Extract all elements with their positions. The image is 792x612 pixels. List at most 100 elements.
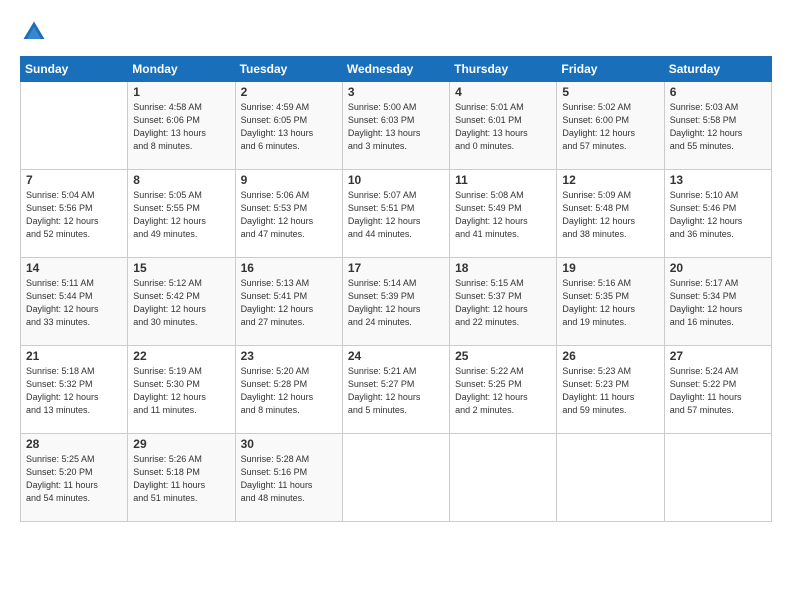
day-cell: 15Sunrise: 5:12 AM Sunset: 5:42 PM Dayli…: [128, 258, 235, 346]
day-info: Sunrise: 5:01 AM Sunset: 6:01 PM Dayligh…: [455, 101, 551, 153]
day-number: 24: [348, 349, 444, 363]
header-cell-thursday: Thursday: [450, 57, 557, 82]
day-info: Sunrise: 5:28 AM Sunset: 5:16 PM Dayligh…: [241, 453, 337, 505]
day-info: Sunrise: 5:17 AM Sunset: 5:34 PM Dayligh…: [670, 277, 766, 329]
day-info: Sunrise: 5:06 AM Sunset: 5:53 PM Dayligh…: [241, 189, 337, 241]
day-cell: 6Sunrise: 5:03 AM Sunset: 5:58 PM Daylig…: [664, 82, 771, 170]
day-number: 5: [562, 85, 658, 99]
day-info: Sunrise: 5:13 AM Sunset: 5:41 PM Dayligh…: [241, 277, 337, 329]
day-cell: 30 Sunrise: 5:28 AM Sunset: 5:16 PM Dayli…: [235, 434, 342, 522]
day-number: 13: [670, 173, 766, 187]
header-cell-wednesday: Wednesday: [342, 57, 449, 82]
day-cell: 26 Sunrise: 5:23 AM Sunset: 5:23 PM Dayli…: [557, 346, 664, 434]
day-info: Sunrise: 5:22 AM Sunset: 5:25 PM Dayligh…: [455, 365, 551, 417]
day-number: 11: [455, 173, 551, 187]
day-number: 8: [133, 173, 229, 187]
day-cell: 17 Sunrise: 5:14 AM Sunset: 5:39 PM Dayli…: [342, 258, 449, 346]
calendar-table: SundayMondayTuesdayWednesdayThursdayFrid…: [20, 56, 772, 522]
day-info: Sunrise: 5:19 AM Sunset: 5:30 PM Dayligh…: [133, 365, 229, 417]
week-row-5: 28 Sunrise: 5:25 AM Sunset: 5:20 PM Dayli…: [21, 434, 772, 522]
day-number: 9: [241, 173, 337, 187]
day-number: 27: [670, 349, 766, 363]
day-cell: 4 Sunrise: 5:01 AM Sunset: 6:01 PM Daylig…: [450, 82, 557, 170]
day-info: Sunrise: 5:00 AM Sunset: 6:03 PM Dayligh…: [348, 101, 444, 153]
day-cell: 10 Sunrise: 5:07 AM Sunset: 5:51 PM Dayli…: [342, 170, 449, 258]
day-info: Sunrise: 5:03 AM Sunset: 5:58 PM Dayligh…: [670, 101, 766, 153]
day-cell: 3 Sunrise: 5:00 AM Sunset: 6:03 PM Daylig…: [342, 82, 449, 170]
calendar-body: 1Sunrise: 4:58 AM Sunset: 6:06 PM Daylig…: [21, 82, 772, 522]
day-cell: [342, 434, 449, 522]
day-cell: 16 Sunrise: 5:13 AM Sunset: 5:41 PM Dayli…: [235, 258, 342, 346]
day-number: 20: [670, 261, 766, 275]
header-cell-saturday: Saturday: [664, 57, 771, 82]
day-number: 1: [133, 85, 229, 99]
day-cell: 1Sunrise: 4:58 AM Sunset: 6:06 PM Daylig…: [128, 82, 235, 170]
day-info: Sunrise: 5:23 AM Sunset: 5:23 PM Dayligh…: [562, 365, 658, 417]
day-cell: 11Sunrise: 5:08 AM Sunset: 5:49 PM Dayli…: [450, 170, 557, 258]
header-row: SundayMondayTuesdayWednesdayThursdayFrid…: [21, 57, 772, 82]
day-number: 3: [348, 85, 444, 99]
day-number: 17: [348, 261, 444, 275]
day-number: 29: [133, 437, 229, 451]
header-cell-monday: Monday: [128, 57, 235, 82]
day-number: 28: [26, 437, 122, 451]
day-info: Sunrise: 5:11 AM Sunset: 5:44 PM Dayligh…: [26, 277, 122, 329]
day-cell: 19Sunrise: 5:16 AM Sunset: 5:35 PM Dayli…: [557, 258, 664, 346]
logo-icon: [20, 18, 48, 46]
day-number: 18: [455, 261, 551, 275]
day-info: Sunrise: 5:10 AM Sunset: 5:46 PM Dayligh…: [670, 189, 766, 241]
day-number: 2: [241, 85, 337, 99]
day-cell: 20 Sunrise: 5:17 AM Sunset: 5:34 PM Dayli…: [664, 258, 771, 346]
day-cell: 22Sunrise: 5:19 AM Sunset: 5:30 PM Dayli…: [128, 346, 235, 434]
day-info: Sunrise: 5:07 AM Sunset: 5:51 PM Dayligh…: [348, 189, 444, 241]
day-cell: [664, 434, 771, 522]
day-cell: 12Sunrise: 5:09 AM Sunset: 5:48 PM Dayli…: [557, 170, 664, 258]
day-cell: [557, 434, 664, 522]
day-info: Sunrise: 5:20 AM Sunset: 5:28 PM Dayligh…: [241, 365, 337, 417]
day-cell: 5 Sunrise: 5:02 AM Sunset: 6:00 PM Daylig…: [557, 82, 664, 170]
day-cell: 8 Sunrise: 5:05 AM Sunset: 5:55 PM Daylig…: [128, 170, 235, 258]
day-number: 15: [133, 261, 229, 275]
day-cell: 9 Sunrise: 5:06 AM Sunset: 5:53 PM Daylig…: [235, 170, 342, 258]
day-number: 12: [562, 173, 658, 187]
day-number: 7: [26, 173, 122, 187]
day-info: Sunrise: 5:05 AM Sunset: 5:55 PM Dayligh…: [133, 189, 229, 241]
day-info: Sunrise: 5:21 AM Sunset: 5:27 PM Dayligh…: [348, 365, 444, 417]
day-number: 23: [241, 349, 337, 363]
week-row-4: 21 Sunrise: 5:18 AM Sunset: 5:32 PM Dayli…: [21, 346, 772, 434]
day-number: 19: [562, 261, 658, 275]
day-number: 14: [26, 261, 122, 275]
day-cell: 23 Sunrise: 5:20 AM Sunset: 5:28 PM Dayli…: [235, 346, 342, 434]
day-number: 30: [241, 437, 337, 451]
day-cell: 2Sunrise: 4:59 AM Sunset: 6:05 PM Daylig…: [235, 82, 342, 170]
day-info: Sunrise: 5:24 AM Sunset: 5:22 PM Dayligh…: [670, 365, 766, 417]
header: [20, 18, 772, 46]
header-cell-tuesday: Tuesday: [235, 57, 342, 82]
day-number: 16: [241, 261, 337, 275]
day-cell: 29 Sunrise: 5:26 AM Sunset: 5:18 PM Dayli…: [128, 434, 235, 522]
day-cell: 27 Sunrise: 5:24 AM Sunset: 5:22 PM Dayli…: [664, 346, 771, 434]
calendar-header: SundayMondayTuesdayWednesdayThursdayFrid…: [21, 57, 772, 82]
day-cell: 7 Sunrise: 5:04 AM Sunset: 5:56 PM Daylig…: [21, 170, 128, 258]
week-row-1: 1Sunrise: 4:58 AM Sunset: 6:06 PM Daylig…: [21, 82, 772, 170]
day-cell: 21 Sunrise: 5:18 AM Sunset: 5:32 PM Dayli…: [21, 346, 128, 434]
day-number: 26: [562, 349, 658, 363]
week-row-2: 7 Sunrise: 5:04 AM Sunset: 5:56 PM Daylig…: [21, 170, 772, 258]
day-info: Sunrise: 5:02 AM Sunset: 6:00 PM Dayligh…: [562, 101, 658, 153]
day-number: 4: [455, 85, 551, 99]
day-info: Sunrise: 5:25 AM Sunset: 5:20 PM Dayligh…: [26, 453, 122, 505]
day-info: Sunrise: 5:14 AM Sunset: 5:39 PM Dayligh…: [348, 277, 444, 329]
day-cell: 25Sunrise: 5:22 AM Sunset: 5:25 PM Dayli…: [450, 346, 557, 434]
logo: [20, 18, 52, 46]
day-number: 21: [26, 349, 122, 363]
day-info: Sunrise: 5:18 AM Sunset: 5:32 PM Dayligh…: [26, 365, 122, 417]
header-cell-sunday: Sunday: [21, 57, 128, 82]
day-info: Sunrise: 5:04 AM Sunset: 5:56 PM Dayligh…: [26, 189, 122, 241]
day-cell: 28 Sunrise: 5:25 AM Sunset: 5:20 PM Dayli…: [21, 434, 128, 522]
day-cell: [21, 82, 128, 170]
week-row-3: 14 Sunrise: 5:11 AM Sunset: 5:44 PM Dayli…: [21, 258, 772, 346]
day-number: 10: [348, 173, 444, 187]
day-cell: 13 Sunrise: 5:10 AM Sunset: 5:46 PM Dayli…: [664, 170, 771, 258]
day-info: Sunrise: 5:26 AM Sunset: 5:18 PM Dayligh…: [133, 453, 229, 505]
page: SundayMondayTuesdayWednesdayThursdayFrid…: [0, 0, 792, 612]
